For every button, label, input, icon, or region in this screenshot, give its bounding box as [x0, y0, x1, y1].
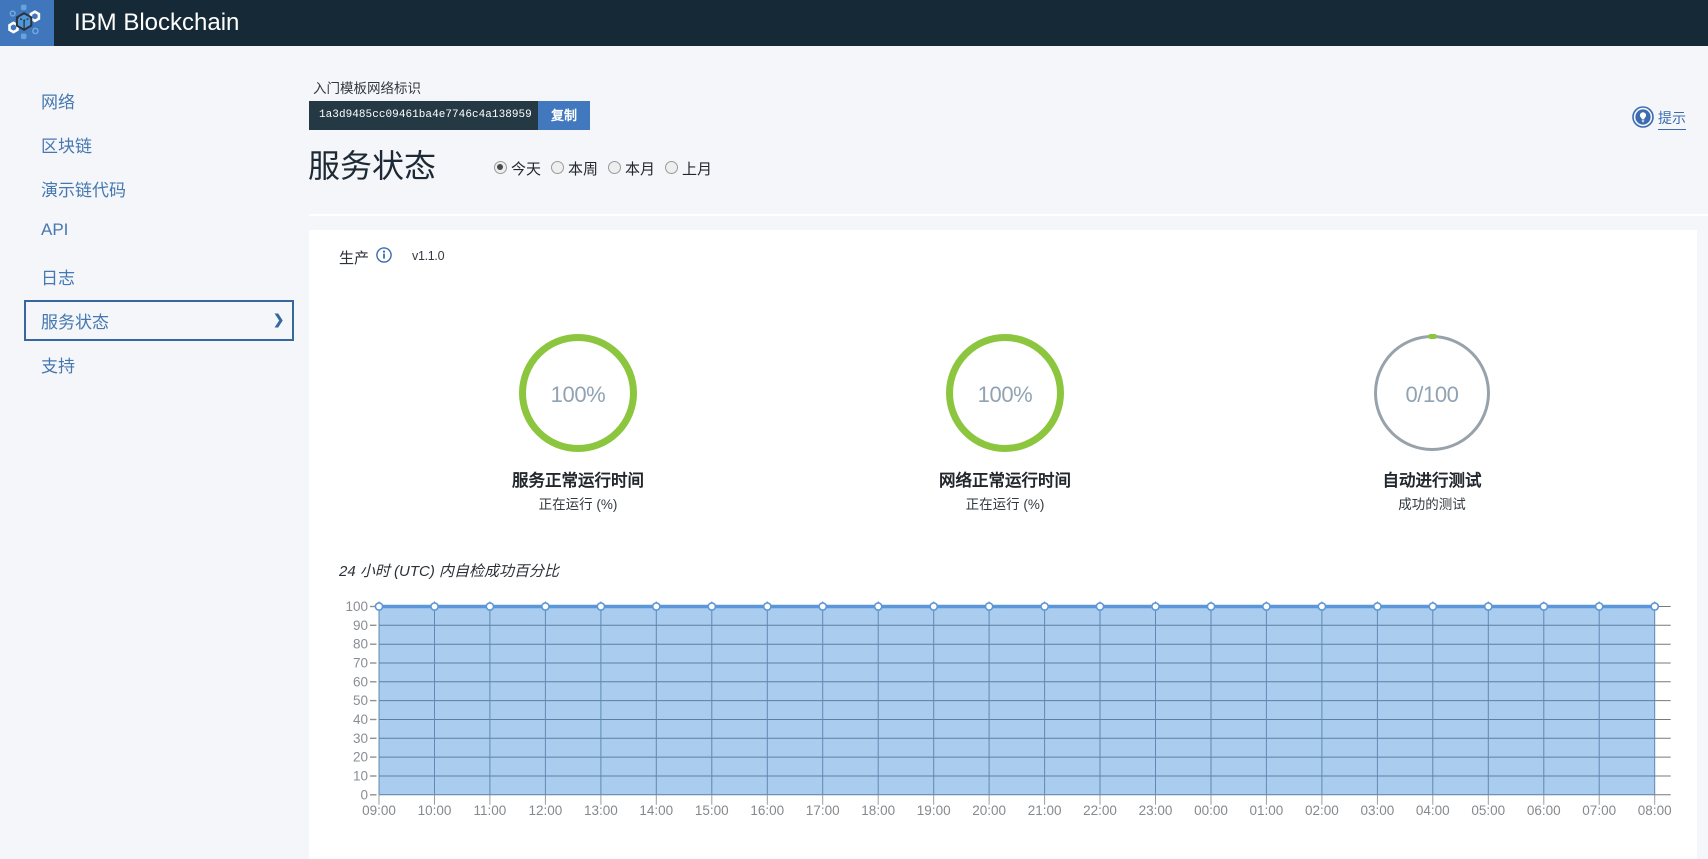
svg-text:05:00: 05:00 [1471, 803, 1505, 818]
svg-text:19:00: 19:00 [917, 803, 951, 818]
svg-text:01:00: 01:00 [1250, 803, 1284, 818]
svg-text:23:00: 23:00 [1139, 803, 1173, 818]
svg-text:15:00: 15:00 [695, 803, 729, 818]
svg-text:03:00: 03:00 [1361, 803, 1395, 818]
svg-text:22:00: 22:00 [1083, 803, 1117, 818]
svg-text:50: 50 [353, 693, 368, 708]
svg-text:0: 0 [360, 787, 368, 802]
svg-text:06:00: 06:00 [1527, 803, 1561, 818]
svg-text:00:00: 00:00 [1194, 803, 1228, 818]
svg-text:10: 10 [353, 769, 368, 784]
svg-text:07:00: 07:00 [1582, 803, 1616, 818]
svg-text:11:00: 11:00 [474, 803, 507, 818]
svg-text:09:00: 09:00 [362, 803, 396, 818]
svg-text:21:00: 21:00 [1028, 803, 1062, 818]
svg-text:13:00: 13:00 [584, 803, 618, 818]
svg-text:02:00: 02:00 [1305, 803, 1339, 818]
svg-text:20:00: 20:00 [972, 803, 1006, 818]
svg-text:16:00: 16:00 [750, 803, 784, 818]
svg-text:100: 100 [345, 599, 368, 614]
svg-text:14:00: 14:00 [639, 803, 673, 818]
svg-text:10:00: 10:00 [418, 803, 452, 818]
svg-text:04:00: 04:00 [1416, 803, 1450, 818]
svg-text:70: 70 [353, 656, 368, 671]
svg-text:40: 40 [353, 712, 368, 727]
svg-text:80: 80 [353, 637, 368, 652]
svg-text:20: 20 [353, 750, 368, 765]
svg-text:90: 90 [353, 618, 368, 633]
svg-text:12:00: 12:00 [529, 803, 563, 818]
svg-text:30: 30 [353, 731, 368, 746]
svg-text:18:00: 18:00 [861, 803, 895, 818]
svg-text:08:00: 08:00 [1638, 803, 1672, 818]
svg-text:60: 60 [353, 674, 368, 689]
svg-text:17:00: 17:00 [806, 803, 840, 818]
